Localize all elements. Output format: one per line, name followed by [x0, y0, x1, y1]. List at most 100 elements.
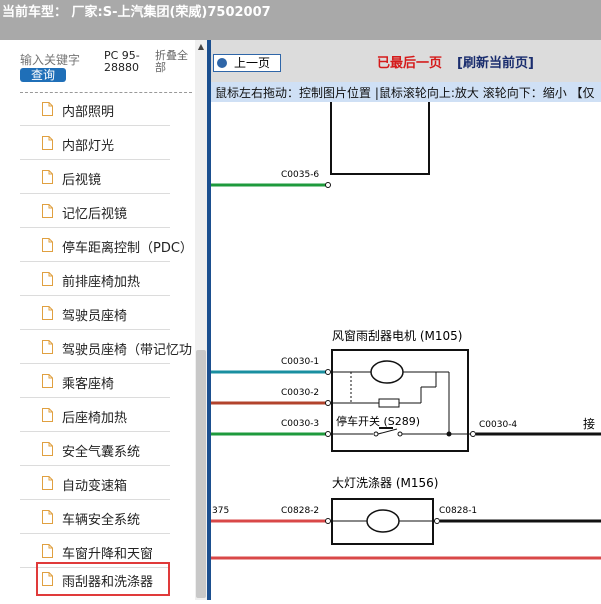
tree-item-label: 记忆后视镜 [62, 207, 128, 222]
document-icon [42, 408, 53, 422]
document-icon [42, 136, 53, 150]
document-icon [42, 340, 53, 354]
last-page-notice: 已最后一页 [377, 56, 443, 71]
document-icon [42, 306, 53, 320]
fold-all-link[interactable]: 折叠全部 [155, 50, 193, 74]
tree-item-label: 驾驶员座椅（带记忆功 [62, 343, 193, 358]
document-icon [42, 510, 53, 524]
document-icon [42, 272, 53, 286]
pin [325, 369, 331, 375]
tree-item[interactable]: 内部照明 [20, 93, 192, 126]
refresh-link[interactable]: [刷新当前页] [457, 52, 534, 71]
tree-item[interactable]: 驾驶员座椅（带记忆功 [20, 331, 192, 364]
scroll-up-arrow-icon[interactable]: ▲ [195, 42, 207, 52]
document-icon [42, 476, 53, 490]
tree-item-label: 雨刮器和洗涤器 [62, 575, 154, 590]
connector-label: C0030-4 [479, 420, 517, 430]
divider [20, 397, 170, 398]
tree-item-label: 车窗升降和天窗 [62, 547, 154, 562]
right-edge-label: 接 [583, 416, 595, 431]
connector-label: C0030-2 [281, 388, 319, 398]
tree-item-label: 内部照明 [62, 105, 115, 120]
prev-page-label: 上一页 [234, 56, 271, 70]
tree-item[interactable]: 车辆安全系统 [20, 501, 192, 534]
pc-label: PC 95-28880 [104, 49, 140, 74]
switch-contact [373, 431, 379, 437]
hint-bar: 鼠标左右拖动：控制图片位置 |鼠标滚轮向上:放大 滚轮向下：缩小 【仅 [211, 82, 601, 102]
switch-contact [397, 431, 403, 437]
document-icon [42, 170, 53, 184]
connector-label: C0828-1 [439, 506, 477, 516]
tree-item[interactable]: 前排座椅加热 [20, 263, 192, 296]
document-icon [42, 572, 53, 586]
tree-item-label: 停车距离控制（PDC） [62, 241, 193, 256]
connector-label: C0828-2 [281, 506, 319, 516]
pin [325, 518, 331, 524]
hint-text: 鼠标左右拖动：控制图片位置 |鼠标滚轮向上:放大 滚轮向下：缩小 【仅 [215, 86, 595, 100]
washer-label: 大灯洗涤器 (M156) [332, 476, 438, 490]
pin [325, 431, 331, 437]
tree-item[interactable]: 安全气囊系统 [20, 433, 192, 466]
component-box-top [330, 102, 430, 175]
tree-item-label: 自动变速箱 [62, 479, 128, 494]
tree-item-label: 前排座椅加热 [62, 275, 141, 290]
pin [470, 431, 476, 437]
divider [20, 261, 170, 262]
document-icon [42, 204, 53, 218]
tree-item[interactable]: 内部灯光 [20, 127, 192, 160]
top-bar: 当前车型： 厂家:S-上汽集团(荣威)7502007 [0, 0, 601, 40]
resistor-icon [378, 398, 400, 408]
tree-item-label: 后视镜 [62, 173, 102, 188]
wiper-motor-label: 风窗雨刮器电机 (M105) [332, 329, 462, 343]
pin [325, 182, 331, 188]
divider [20, 295, 170, 296]
divider [20, 329, 170, 330]
tree-item[interactable]: 后座椅加热 [20, 399, 192, 432]
pump-motor-icon [366, 509, 400, 533]
pin [325, 400, 331, 406]
connector-label: C0035-6 [281, 170, 319, 180]
tree-item-label: 乘客座椅 [62, 377, 115, 392]
wiring-diagram[interactable]: C0035-6 风窗雨刮器电机 (M105) C0030-1 C0030-2 C… [211, 102, 601, 600]
tree-item-selected[interactable]: 雨刮器和洗涤器 [36, 562, 170, 596]
divider [20, 193, 170, 194]
viewer-toolbar: 上一页 已最后一页 [刷新当前页] [211, 40, 601, 82]
connector-label: 375 [212, 506, 229, 516]
document-icon [42, 374, 53, 388]
divider [20, 125, 170, 126]
divider [20, 431, 170, 432]
search-row: 查询 PC 95-28880 折叠全部 [0, 40, 195, 93]
park-switch-label: 停车开关 (S289) [336, 414, 420, 428]
diagram-viewer: 上一页 已最后一页 [刷新当前页] 鼠标左右拖动：控制图片位置 |鼠标滚轮向上:… [207, 40, 601, 600]
scroll-thumb[interactable] [196, 350, 206, 598]
tree-item[interactable]: 后视镜 [20, 161, 192, 194]
divider [20, 227, 170, 228]
tree-item-label: 内部灯光 [62, 139, 115, 154]
switch-blade [377, 428, 398, 435]
tree-item-label: 驾驶员座椅 [62, 309, 128, 324]
document-icon [42, 102, 53, 116]
document-icon [42, 442, 53, 456]
query-button[interactable]: 查询 [20, 68, 66, 82]
divider [20, 533, 170, 534]
tree-item-label: 车辆安全系统 [62, 513, 141, 528]
tree-item[interactable]: 乘客座椅 [20, 365, 192, 398]
tree-item[interactable]: 自动变速箱 [20, 467, 192, 500]
document-icon [42, 544, 53, 558]
wiring-diagram-svg: C0035-6 风窗雨刮器电机 (M105) C0030-1 C0030-2 C… [211, 102, 601, 560]
sidebar: 查询 PC 95-28880 折叠全部 内部照明 内部灯光 后视镜 记忆后视镜 … [0, 40, 207, 600]
tree-item-label: 安全气囊系统 [62, 445, 141, 460]
divider [20, 499, 170, 500]
keyword-input[interactable] [20, 52, 82, 68]
connector-label: C0030-1 [281, 357, 319, 367]
prev-page-button[interactable]: 上一页 [213, 54, 281, 72]
motor-icon [370, 360, 404, 384]
tree-item[interactable]: 记忆后视镜 [20, 195, 192, 228]
tree-item[interactable]: 停车距离控制（PDC） [20, 229, 193, 262]
divider [20, 159, 170, 160]
sidebar-scrollbar[interactable]: ▲ [195, 40, 207, 600]
tree-item-label: 后座椅加热 [62, 411, 128, 426]
document-icon [42, 238, 53, 252]
tree-item[interactable]: 驾驶员座椅 [20, 297, 192, 330]
vehicle-title: 当前车型： 厂家:S-上汽集团(荣威)7502007 [2, 5, 271, 20]
